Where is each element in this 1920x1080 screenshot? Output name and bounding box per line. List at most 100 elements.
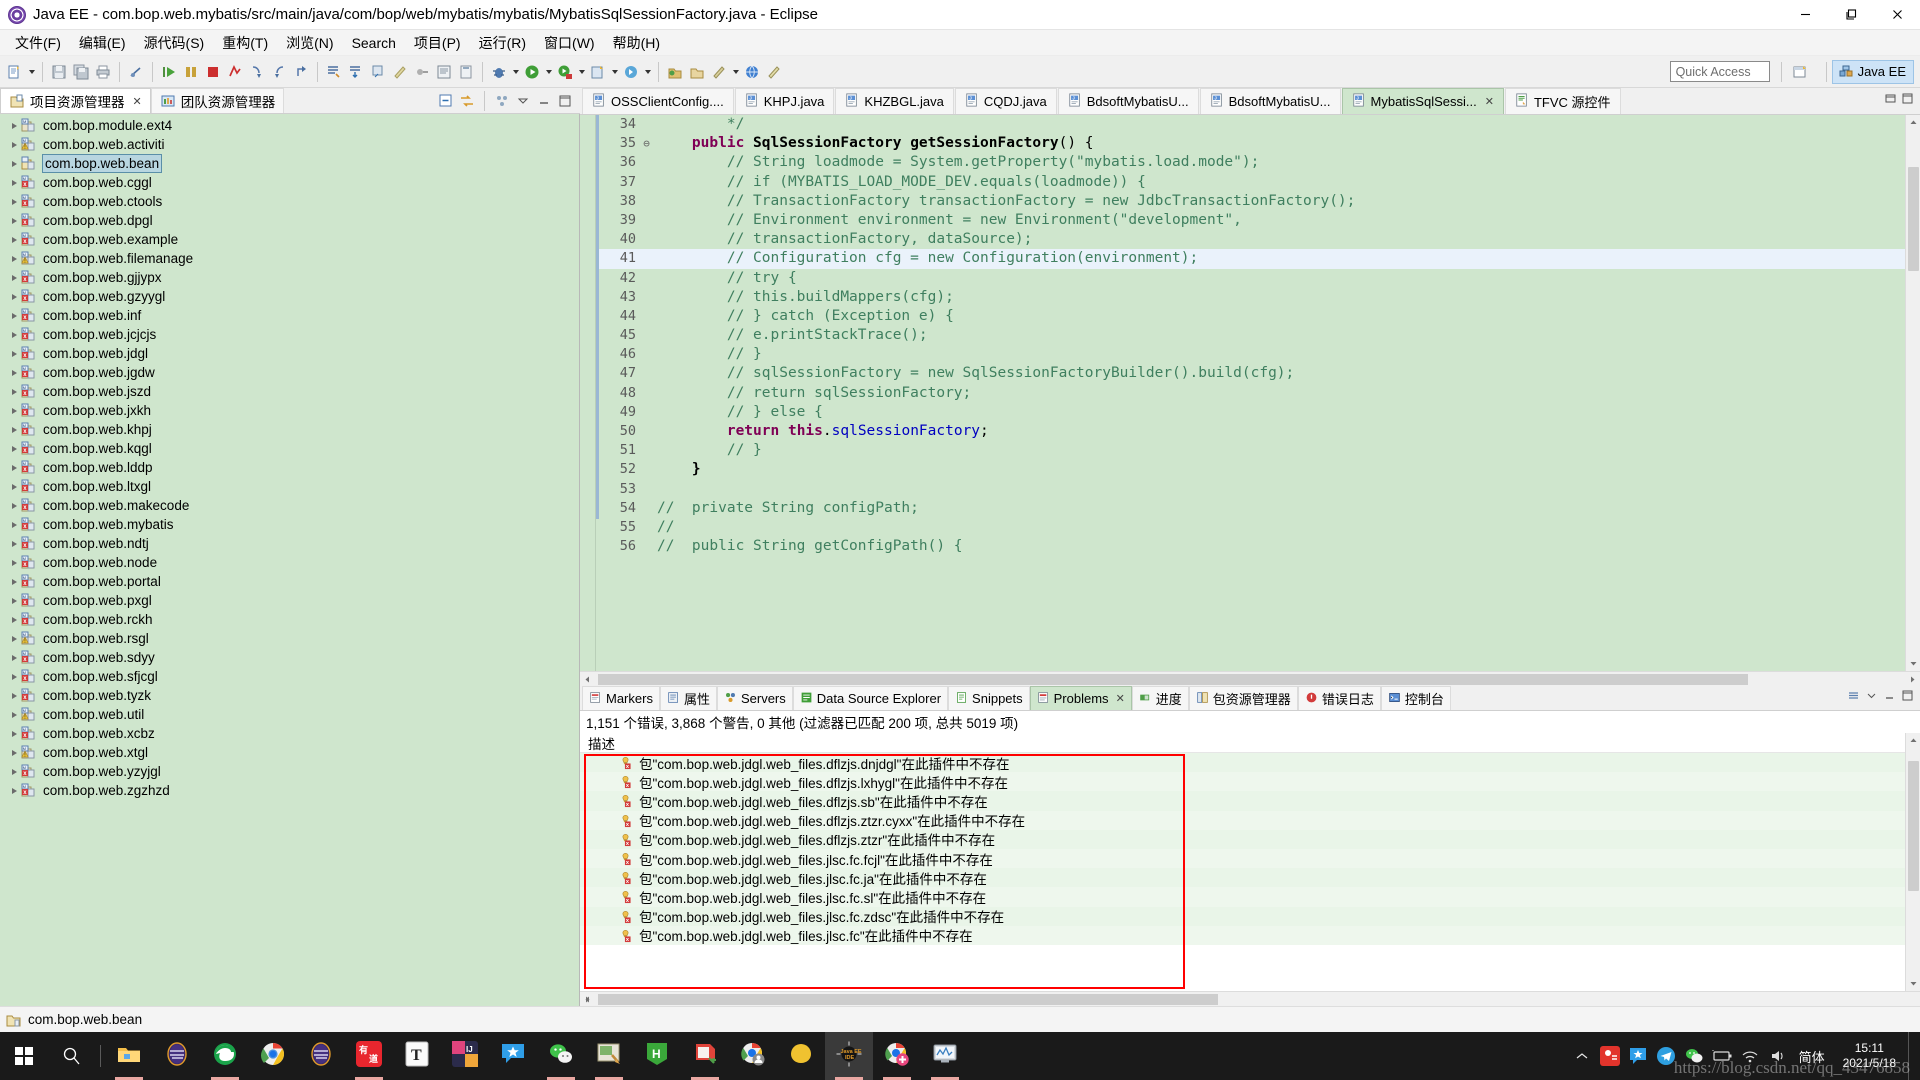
save-all-icon[interactable] bbox=[70, 60, 92, 84]
taskbar-hbuilder[interactable]: H bbox=[633, 1032, 681, 1080]
taskbar-file-explorer[interactable] bbox=[105, 1032, 153, 1080]
problem-row[interactable]: x 包"com.bop.web.jdgl.web_files.dflzjs.ztz… bbox=[580, 829, 1905, 849]
expand-arrow-icon[interactable] bbox=[8, 351, 21, 357]
tab-properties[interactable]: 属性 bbox=[659, 686, 717, 710]
fold-marker[interactable] bbox=[640, 269, 653, 288]
package-tree-item[interactable]: Mx com.bop.web.tyzk bbox=[0, 686, 579, 705]
close-button[interactable] bbox=[1874, 0, 1920, 30]
step-into-icon[interactable] bbox=[246, 60, 268, 84]
fold-marker[interactable] bbox=[640, 384, 653, 403]
search-icon[interactable] bbox=[367, 60, 389, 84]
toggle-breakpoint-icon[interactable] bbox=[125, 60, 147, 84]
tab-error-log[interactable]: 错误日志 bbox=[1297, 686, 1381, 710]
expand-arrow-icon[interactable] bbox=[8, 636, 21, 642]
fold-marker[interactable] bbox=[640, 499, 653, 518]
new-wizard-icon[interactable] bbox=[4, 60, 26, 84]
editor-tab-khpj[interactable]: J KHPJ.java bbox=[734, 88, 835, 114]
code-line[interactable]: 51 // } bbox=[596, 441, 1905, 460]
expand-arrow-icon[interactable] bbox=[8, 256, 21, 262]
ime-indicator[interactable]: 简体 bbox=[1793, 1047, 1831, 1066]
editor-vertical-scrollbar[interactable] bbox=[1905, 115, 1920, 671]
close-icon[interactable]: ✕ bbox=[133, 95, 142, 108]
package-tree-item[interactable]: Mx com.bop.web.jszd bbox=[0, 382, 579, 401]
fold-marker[interactable] bbox=[640, 288, 653, 307]
problem-row[interactable]: x 包"com.bop.web.jdgl.web_files.dflzjs.dnj… bbox=[580, 753, 1905, 773]
expand-arrow-icon[interactable] bbox=[8, 180, 21, 186]
code-line[interactable]: 54 // private String configPath; bbox=[596, 499, 1905, 518]
new-package-icon[interactable] bbox=[686, 60, 708, 84]
telegram-icon[interactable] bbox=[1653, 1032, 1679, 1080]
close-icon[interactable]: ✕ bbox=[1485, 95, 1494, 108]
problem-row[interactable]: x 包"com.bop.web.jdgl.web_files.jlsc.fc"在此… bbox=[580, 925, 1905, 945]
tab-progress[interactable]: 进度 bbox=[1131, 686, 1189, 710]
editor-tab-bdsoftmybatisu-2[interactable]: J BdsoftMybatisU... bbox=[1199, 88, 1341, 114]
taskbar-chrome-3[interactable] bbox=[873, 1032, 921, 1080]
package-tree-item[interactable]: Mx com.bop.web.jdgl bbox=[0, 344, 579, 363]
code-line[interactable]: 55 // bbox=[596, 518, 1905, 537]
open-type-icon[interactable] bbox=[323, 60, 345, 84]
fold-marker[interactable] bbox=[640, 211, 653, 230]
qq-icon[interactable] bbox=[1597, 1032, 1623, 1080]
expand-arrow-icon[interactable] bbox=[8, 294, 21, 300]
menu-edit[interactable]: 编辑(E) bbox=[70, 31, 135, 55]
taskbar-notepadpp[interactable] bbox=[681, 1032, 729, 1080]
expand-arrow-icon[interactable] bbox=[8, 655, 21, 661]
coverage-icon[interactable] bbox=[587, 60, 609, 84]
run-icon[interactable] bbox=[521, 60, 543, 84]
code-line[interactable]: 37 // if (MYBATIS_LOAD_MODE_DEV.equals(l… bbox=[596, 173, 1905, 192]
package-tree-item[interactable]: M! com.bop.web.rsgl bbox=[0, 629, 579, 648]
package-tree-item[interactable]: Mx com.bop.web.pxgl bbox=[0, 591, 579, 610]
problem-row[interactable]: x 包"com.bop.web.jdgl.web_files.jlsc.fc.sl… bbox=[580, 887, 1905, 907]
fold-marker[interactable] bbox=[640, 403, 653, 422]
tab-servers[interactable]: Servers bbox=[716, 686, 793, 710]
package-tree-item[interactable]: M! com.bop.web.xtgl bbox=[0, 743, 579, 762]
problems-vertical-scrollbar[interactable] bbox=[1905, 733, 1920, 991]
prob-scroll-down-icon[interactable] bbox=[1906, 976, 1920, 991]
show-desktop-button[interactable] bbox=[1908, 1032, 1916, 1080]
new-wizard-dropdown-icon[interactable] bbox=[26, 60, 37, 84]
prob-scroll-up-icon[interactable] bbox=[1906, 733, 1920, 748]
annotation-icon[interactable] bbox=[411, 60, 433, 84]
editor-tab-mybatissqlsession[interactable]: J MybatisSqlSessi... ✕ bbox=[1341, 88, 1504, 114]
taskbar-eclipse-2[interactable] bbox=[297, 1032, 345, 1080]
debug-icon[interactable] bbox=[488, 60, 510, 84]
tab-markers[interactable]: Markers bbox=[582, 686, 660, 710]
tab-problems[interactable]: Problems ✕ bbox=[1029, 686, 1132, 710]
wechat-tray-icon[interactable] bbox=[1681, 1032, 1707, 1080]
open-perspective-button[interactable] bbox=[1787, 60, 1815, 84]
fold-marker[interactable] bbox=[640, 537, 653, 556]
expand-arrow-icon[interactable] bbox=[8, 617, 21, 623]
taskbar-monitor[interactable] bbox=[921, 1032, 969, 1080]
expand-arrow-icon[interactable] bbox=[8, 522, 21, 528]
menu-search[interactable]: Search bbox=[343, 33, 405, 53]
run-server-icon[interactable] bbox=[554, 60, 576, 84]
taskbar-snipaste[interactable] bbox=[585, 1032, 633, 1080]
fold-marker[interactable] bbox=[640, 345, 653, 364]
expand-arrow-icon[interactable] bbox=[8, 332, 21, 338]
expand-arrow-icon[interactable] bbox=[8, 769, 21, 775]
code-editor[interactable]: 34 */35 ⊖ public SqlSessionFactory getSes… bbox=[580, 115, 1920, 671]
view-menu-icon[interactable] bbox=[1847, 689, 1860, 707]
perspective-java-ee-button[interactable]: Java EE bbox=[1831, 59, 1914, 84]
editor-hscroll-thumb[interactable] bbox=[598, 674, 1748, 685]
restore-icon[interactable] bbox=[1884, 92, 1897, 110]
expand-arrow-icon[interactable] bbox=[8, 541, 21, 547]
code-line[interactable]: 35 ⊖ public SqlSessionFactory getSessionF… bbox=[596, 134, 1905, 153]
maximize-button[interactable] bbox=[1828, 0, 1874, 30]
problems-horizontal-scrollbar[interactable] bbox=[580, 991, 1920, 1006]
scroll-up-arrow-icon[interactable] bbox=[1906, 115, 1920, 130]
package-tree-item[interactable]: Mx com.bop.web.kqgl bbox=[0, 439, 579, 458]
fold-marker[interactable] bbox=[640, 422, 653, 441]
editor-tab-ossclientconfig[interactable]: J OSSClientConfig.... bbox=[582, 88, 734, 114]
menu-navigate[interactable]: 浏览(N) bbox=[277, 31, 342, 55]
battery-icon[interactable] bbox=[1709, 1032, 1735, 1080]
code-line[interactable]: 53 bbox=[596, 480, 1905, 499]
expand-arrow-icon[interactable] bbox=[8, 503, 21, 509]
network-icon[interactable] bbox=[1737, 1032, 1763, 1080]
fold-marker[interactable] bbox=[640, 460, 653, 479]
code-line[interactable]: 44 // } catch (Exception e) { bbox=[596, 307, 1905, 326]
fold-marker[interactable] bbox=[640, 153, 653, 172]
code-line[interactable]: 46 // } bbox=[596, 345, 1905, 364]
package-tree-item[interactable]: com.bop.web.bean bbox=[0, 154, 579, 173]
package-tree-item[interactable]: Mx com.bop.web.lddp bbox=[0, 458, 579, 477]
